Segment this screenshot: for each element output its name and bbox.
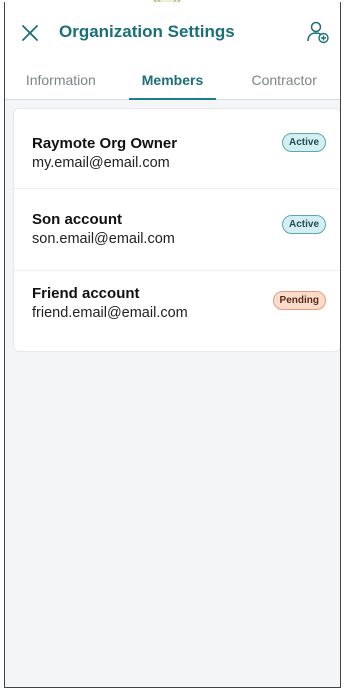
tab-members[interactable]: Members [117,62,229,100]
close-button[interactable] [17,20,43,46]
members-list: Raymote Org Owner my.email@email.com Act… [13,108,340,352]
list-item[interactable]: Raymote Org Owner my.email@email.com Act… [14,109,340,189]
list-item[interactable]: Friend account friend.email@email.com Pe… [14,271,340,351]
status-badge: Pending [272,291,326,310]
member-name: Friend account [32,285,140,302]
tab-information[interactable]: Information [5,62,117,100]
header: Organization Settings Information Member… [5,2,340,100]
member-email: friend.email@email.com [32,305,188,321]
close-icon [22,25,38,41]
member-email: my.email@email.com [32,155,170,171]
tab-contractor[interactable]: Contractor [228,62,340,100]
page-title: Organization Settings [59,22,235,41]
list-item[interactable]: Son account son.email@email.com Active [14,191,340,271]
member-name: Son account [32,211,123,228]
add-user-button[interactable] [304,18,332,46]
status-badge: Active [281,215,326,234]
organization-settings-screen: Organization Settings Information Member… [4,2,341,688]
member-email: son.email@email.com [32,231,175,247]
member-name: Raymote Org Owner [32,135,178,152]
status-badge: Active [281,133,326,152]
tab-bar: Information Members Contractor [5,62,340,100]
add-user-icon [307,21,329,44]
